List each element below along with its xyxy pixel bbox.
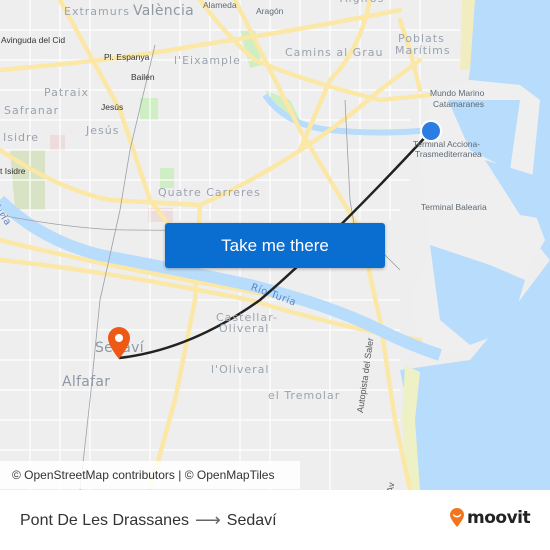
map[interactable]: Extramurs València Alameda Aragón Algiró… (0, 0, 550, 490)
label-extramurs: Extramurs (64, 5, 130, 18)
label-safranar: Safranar (4, 104, 60, 117)
label-alameda: Alameda (203, 0, 237, 10)
label-mundo-marino-2: Catamaranes (433, 99, 485, 109)
moovit-pin-icon (450, 508, 464, 527)
label-eixample: l'Eixample (174, 54, 241, 67)
label-sant-isidre: Isidre (3, 131, 40, 144)
label-terminal-acciona-2: Trasmediterranea (415, 149, 482, 159)
arrow-right-icon: ⟶ (194, 510, 221, 530)
label-terminal-balearia: Terminal Balearia (421, 202, 487, 212)
label-quatre-carreres: Quatre Carreres (158, 186, 261, 199)
label-patraix: Patraix (44, 86, 90, 99)
label-bailen: Bailén (131, 72, 155, 82)
route-origin: Pont De Les Drassanes (20, 511, 189, 529)
label-pl-espanya: Pl. Espanya (104, 52, 150, 62)
label-avinguda-del-cid: Avinguda del Cid (1, 35, 66, 45)
moovit-logo[interactable]: moovit (449, 508, 531, 528)
destination-pin-icon[interactable] (106, 326, 132, 360)
label-valencia: València (133, 3, 195, 19)
label-aragon: Aragón (256, 6, 284, 16)
label-jesus: Jesús (86, 124, 120, 137)
label-oliveral: l'Oliveral (211, 363, 270, 376)
label-poblats-2: Marítims (395, 44, 451, 57)
label-tremolar: el Tremolar (268, 389, 341, 402)
route-destination: Sedaví (226, 511, 277, 529)
take-me-there-button[interactable]: Take me there (165, 223, 385, 268)
label-av: Av (385, 481, 397, 490)
label-camins-al-grau: Camins al Grau (285, 46, 384, 59)
label-mundo-marino-1: Mundo Marino (430, 88, 485, 98)
route-summary: Pont De Les Drassanes ⟶ Sedaví (20, 510, 277, 531)
origin-marker[interactable] (419, 119, 443, 143)
label-alfafar: Alfafar (62, 374, 111, 390)
label-algiros: Algirós (340, 0, 384, 5)
attribution-text[interactable]: © OpenStreetMap contributors | © OpenMap… (12, 468, 274, 482)
label-sant-isidre-station: t Isidre (0, 166, 26, 176)
label-castellar-2: Oliveral (219, 322, 270, 335)
label-jesus-station: Jesús (101, 102, 124, 112)
moovit-wordmark: moovit (467, 508, 531, 528)
map-attribution: © OpenStreetMap contributors | © OpenMap… (0, 461, 300, 489)
